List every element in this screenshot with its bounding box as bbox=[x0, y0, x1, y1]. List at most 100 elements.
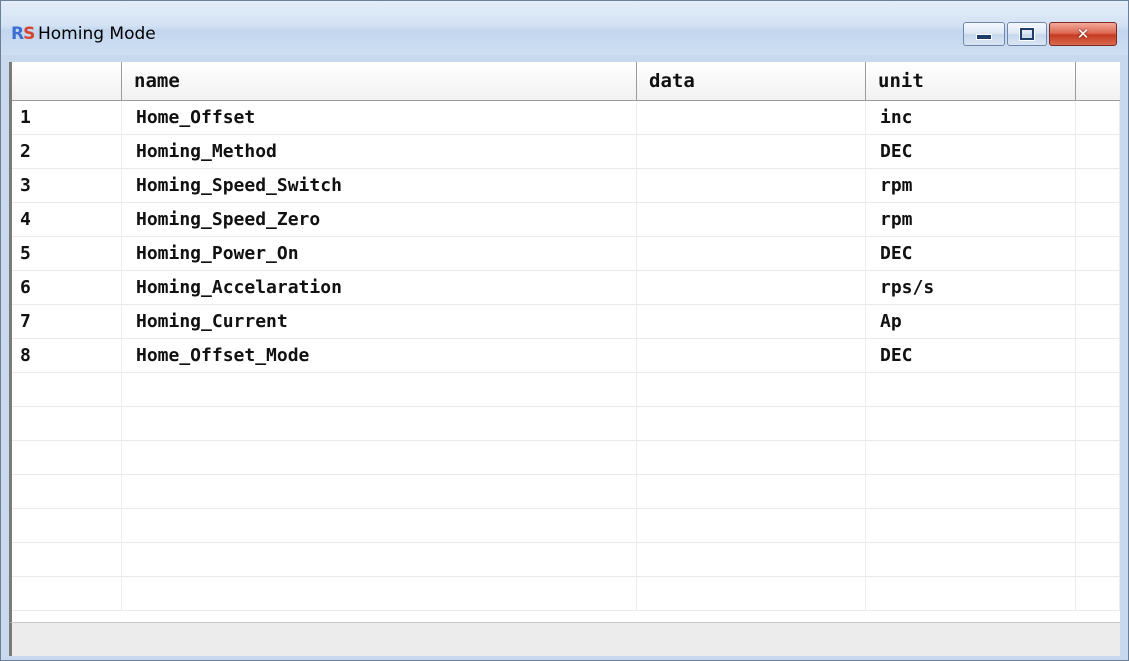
maximize-button[interactable] bbox=[1007, 22, 1047, 46]
filler-cell bbox=[1076, 203, 1120, 236]
unit-cell bbox=[866, 543, 1076, 576]
row-index-cell: 8 bbox=[12, 339, 122, 372]
filler-cell bbox=[1076, 305, 1120, 338]
name-cell bbox=[122, 577, 637, 610]
row-index-cell: 2 bbox=[12, 135, 122, 168]
name-cell: Homing_Speed_Zero bbox=[122, 203, 637, 236]
unit-cell bbox=[866, 441, 1076, 474]
data-cell[interactable] bbox=[637, 475, 866, 508]
parameter-table[interactable]: name data unit 1 Home_Offset inc 2 Homing_Me… bbox=[9, 62, 1120, 622]
close-button[interactable]: ✕ bbox=[1049, 22, 1117, 46]
table-row[interactable]: 5 Homing_Power_On DEC bbox=[12, 237, 1120, 271]
name-cell bbox=[122, 373, 637, 406]
minimize-icon bbox=[976, 34, 992, 40]
filler-cell bbox=[1076, 101, 1120, 134]
status-bar bbox=[9, 622, 1120, 656]
table-row[interactable]: 7 Homing_Current Ap bbox=[12, 305, 1120, 339]
filler-cell bbox=[1076, 407, 1120, 440]
unit-cell bbox=[866, 577, 1076, 610]
data-cell[interactable] bbox=[637, 169, 866, 202]
filler-cell bbox=[1076, 441, 1120, 474]
data-cell[interactable] bbox=[637, 407, 866, 440]
unit-cell: DEC bbox=[866, 237, 1076, 270]
table-row[interactable]: 3 Homing_Speed_Switch rpm bbox=[12, 169, 1120, 203]
data-cell[interactable] bbox=[637, 101, 866, 134]
filler-cell bbox=[1076, 339, 1120, 372]
unit-cell: inc bbox=[866, 101, 1076, 134]
name-cell bbox=[122, 441, 637, 474]
data-cell[interactable] bbox=[637, 135, 866, 168]
data-cell[interactable] bbox=[637, 577, 866, 610]
row-index-cell bbox=[12, 509, 122, 542]
name-cell bbox=[122, 543, 637, 576]
row-index-cell: 6 bbox=[12, 271, 122, 304]
unit-cell: rps/s bbox=[866, 271, 1076, 304]
filler-cell bbox=[1076, 509, 1120, 542]
close-icon: ✕ bbox=[1076, 24, 1090, 43]
table-row[interactable]: 1 Home_Offset inc bbox=[12, 101, 1120, 135]
row-index-cell: 3 bbox=[12, 169, 122, 202]
name-cell: Home_Offset bbox=[122, 101, 637, 134]
filler-cell bbox=[1076, 271, 1120, 304]
data-cell[interactable] bbox=[637, 543, 866, 576]
column-header-name[interactable]: name bbox=[122, 62, 637, 100]
row-index-cell bbox=[12, 441, 122, 474]
data-cell[interactable] bbox=[637, 203, 866, 236]
table-row[interactable] bbox=[12, 543, 1120, 577]
data-cell[interactable] bbox=[637, 339, 866, 372]
title-bar[interactable]: RS Homing Mode ✕ bbox=[1, 1, 1128, 55]
name-cell: Homing_Current bbox=[122, 305, 637, 338]
name-cell: Homing_Power_On bbox=[122, 237, 637, 270]
row-index-cell: 1 bbox=[12, 101, 122, 134]
table-row[interactable] bbox=[12, 441, 1120, 475]
unit-cell bbox=[866, 407, 1076, 440]
filler-cell bbox=[1076, 237, 1120, 270]
column-header-unit[interactable]: unit bbox=[866, 62, 1076, 100]
column-header-index[interactable] bbox=[12, 62, 122, 100]
unit-cell: Ap bbox=[866, 305, 1076, 338]
unit-cell bbox=[866, 373, 1076, 406]
data-cell[interactable] bbox=[637, 441, 866, 474]
data-cell[interactable] bbox=[637, 373, 866, 406]
minimize-button[interactable] bbox=[963, 22, 1005, 46]
filler-cell bbox=[1076, 577, 1120, 610]
name-cell: Home_Offset_Mode bbox=[122, 339, 637, 372]
name-cell bbox=[122, 407, 637, 440]
table-row[interactable]: 8 Home_Offset_Mode DEC bbox=[12, 339, 1120, 373]
filler-cell bbox=[1076, 135, 1120, 168]
homing-mode-window: RS Homing Mode ✕ name data unit 1 Home_Of… bbox=[0, 0, 1129, 661]
filler-cell bbox=[1076, 169, 1120, 202]
column-header-data[interactable]: data bbox=[637, 62, 866, 100]
row-index-cell bbox=[12, 373, 122, 406]
window-title: Homing Mode bbox=[38, 24, 156, 44]
app-logo-icon: RS bbox=[11, 24, 35, 44]
row-index-cell bbox=[12, 543, 122, 576]
unit-cell bbox=[866, 475, 1076, 508]
table-row[interactable] bbox=[12, 509, 1120, 543]
data-cell[interactable] bbox=[637, 237, 866, 270]
table-row[interactable] bbox=[12, 475, 1120, 509]
row-index-cell bbox=[12, 577, 122, 610]
data-cell[interactable] bbox=[637, 509, 866, 542]
maximize-icon bbox=[1020, 28, 1034, 40]
table-row[interactable] bbox=[12, 577, 1120, 611]
unit-cell: DEC bbox=[866, 339, 1076, 372]
row-index-cell: 7 bbox=[12, 305, 122, 338]
filler-cell bbox=[1076, 475, 1120, 508]
unit-cell: DEC bbox=[866, 135, 1076, 168]
table-row[interactable] bbox=[12, 373, 1120, 407]
table-row[interactable]: 2 Homing_Method DEC bbox=[12, 135, 1120, 169]
name-cell bbox=[122, 475, 637, 508]
name-cell: Homing_Method bbox=[122, 135, 637, 168]
table-row[interactable] bbox=[12, 407, 1120, 441]
data-cell[interactable] bbox=[637, 271, 866, 304]
filler-cell bbox=[1076, 373, 1120, 406]
name-cell bbox=[122, 509, 637, 542]
table-header: name data unit bbox=[12, 62, 1120, 101]
row-index-cell bbox=[12, 407, 122, 440]
table-row[interactable]: 4 Homing_Speed_Zero rpm bbox=[12, 203, 1120, 237]
filler-cell bbox=[1076, 543, 1120, 576]
table-row[interactable]: 6 Homing_Accelaration rps/s bbox=[12, 271, 1120, 305]
data-cell[interactable] bbox=[637, 305, 866, 338]
unit-cell bbox=[866, 509, 1076, 542]
